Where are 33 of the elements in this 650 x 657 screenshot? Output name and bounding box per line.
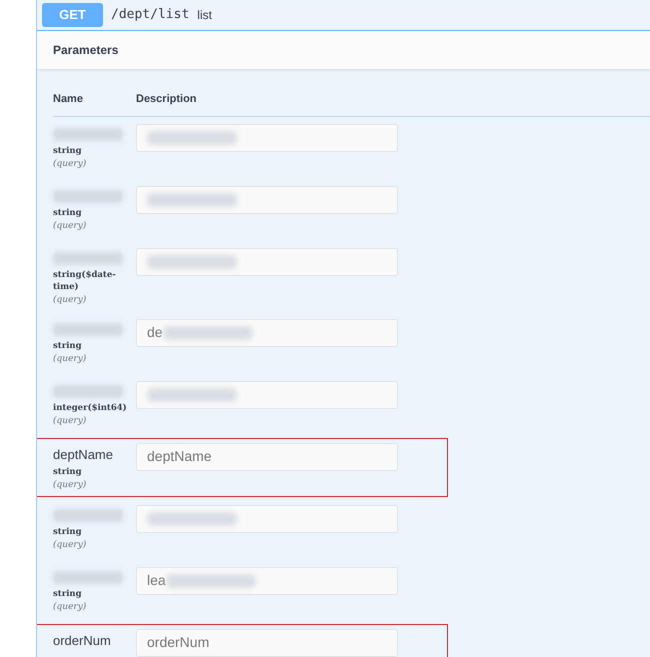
parameter-type: string — [53, 588, 83, 600]
endpoint-summary: list — [197, 7, 212, 24]
input-field[interactable]: orderNum — [136, 628, 398, 656]
parameter-type: string — [53, 206, 83, 218]
input-field[interactable] — [136, 504, 398, 532]
parameter-type: string — [53, 340, 83, 352]
parameter-location: (query) — [53, 478, 88, 492]
input-field[interactable]: de — [136, 318, 398, 346]
input-field[interactable]: lea — [136, 566, 398, 594]
parameter-type: string($date-time) — [53, 268, 117, 292]
column-header: Name — [53, 92, 84, 107]
input-field[interactable] — [136, 380, 398, 408]
input-field[interactable] — [136, 186, 398, 214]
parameter-name: deptName — [53, 446, 114, 462]
parameter-location: (query) — [53, 352, 88, 366]
parameter-type: string — [53, 466, 83, 478]
input-field[interactable]: deptName — [136, 442, 398, 470]
parameter-type: integer($int64) — [53, 402, 128, 414]
section-title: Parameters — [53, 42, 118, 59]
method-badge[interactable]: GET — [42, 3, 103, 27]
parameter-location: (query) — [53, 538, 88, 552]
parameter-location: (query) — [53, 220, 88, 232]
endpoint-path: /dept/list — [111, 6, 190, 24]
column-header: Description — [136, 92, 197, 107]
parameter-location: (query) — [53, 414, 88, 428]
input-field[interactable] — [136, 248, 398, 276]
parameter-location: (query) — [53, 600, 88, 614]
parameter-type: string — [53, 144, 83, 156]
parameter-location: (query) — [53, 294, 88, 306]
parameter-name: orderNum — [53, 632, 112, 648]
input-field[interactable] — [136, 124, 398, 152]
parameter-type: string — [53, 526, 83, 538]
parameter-location: (query) — [53, 158, 88, 170]
